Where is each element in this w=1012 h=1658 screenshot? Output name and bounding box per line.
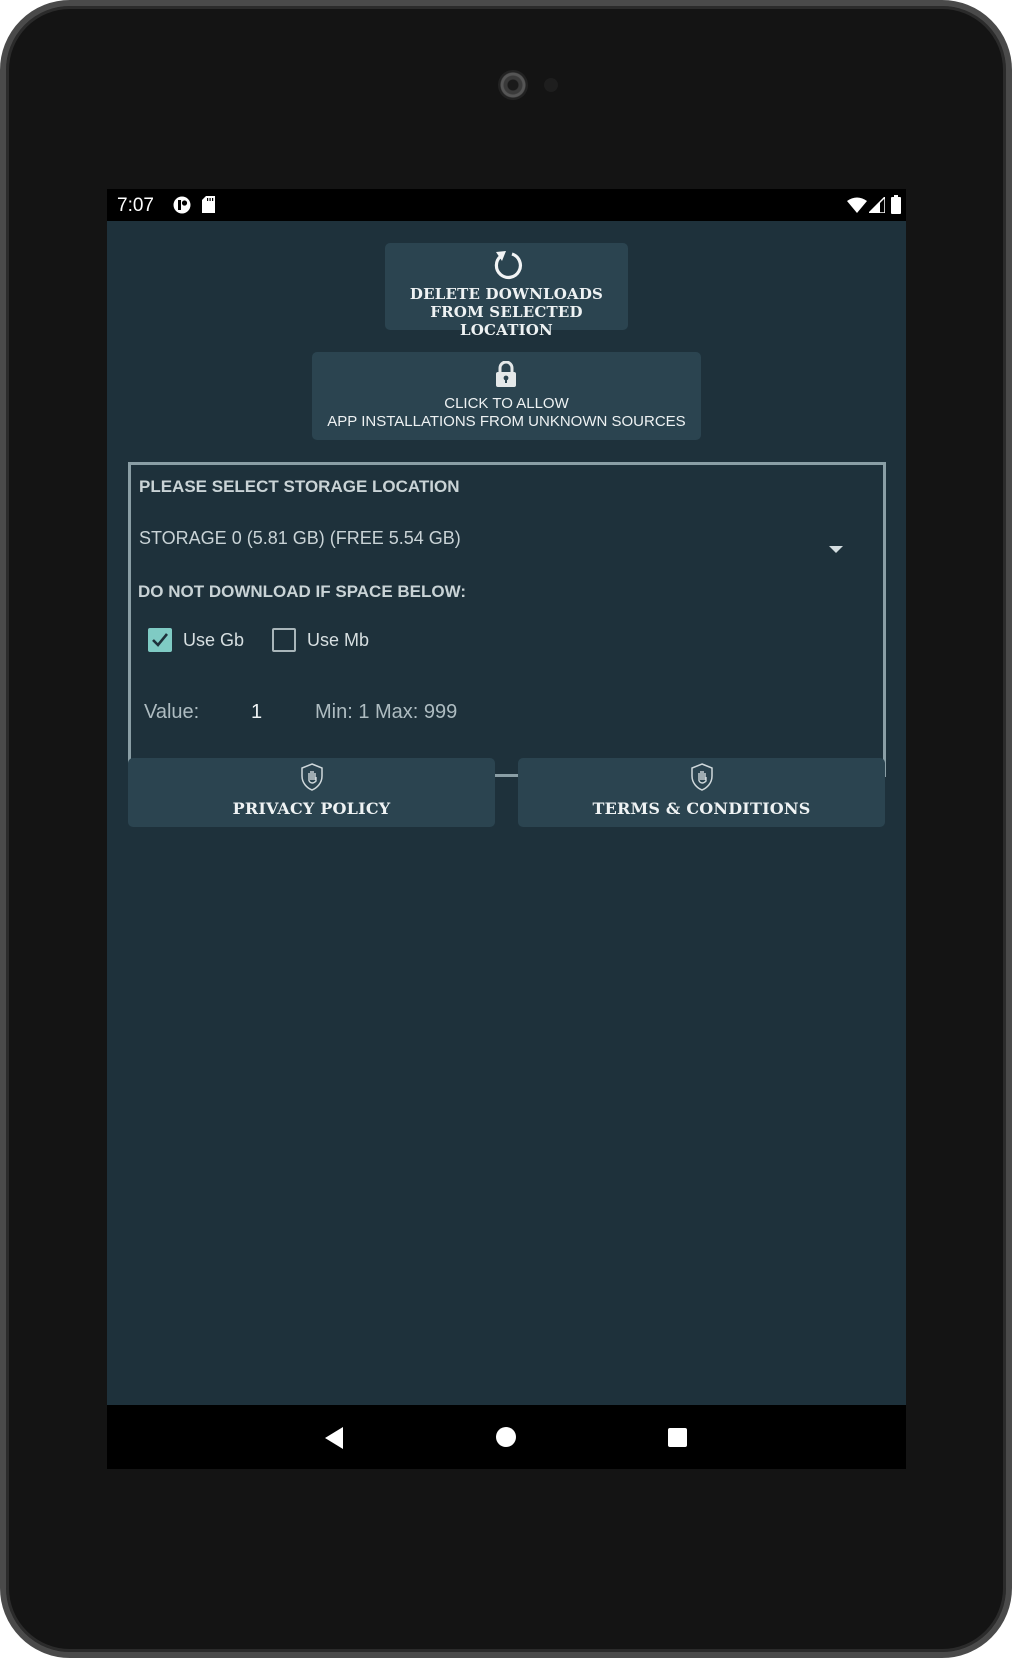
cell-signal-icon: [867, 195, 886, 218]
status-bar: 7:07: [107, 189, 906, 221]
delete-downloads-button[interactable]: DELETE DOWNLOADS FROM SELECTED LOCATION: [385, 243, 628, 339]
home-button[interactable]: [496, 1427, 516, 1447]
checkmark-icon: [152, 633, 169, 647]
navigation-bar: [107, 1405, 906, 1469]
use-gb-checkbox[interactable]: [148, 628, 172, 652]
delete-downloads-label: DELETE DOWNLOADS FROM SELECTED LOCATION: [385, 285, 628, 339]
use-mb-label[interactable]: Use Mb: [307, 630, 369, 651]
delete-downloads-line1: DELETE DOWNLOADS: [409, 285, 604, 303]
sd-card-icon: [202, 196, 215, 218]
value-label: Value:: [144, 701, 200, 723]
shield-hand-icon: [690, 762, 714, 796]
light-sensor: [544, 78, 558, 92]
storage-location-value: STORAGE 0 (5.81 GB) (FREE 5.54 GB): [139, 528, 461, 548]
battery-icon: [891, 195, 901, 219]
recents-button[interactable]: [668, 1428, 687, 1447]
device-screen: 7:07 DELETE DOWNLOADS FROM SELECTED LOCA…: [107, 189, 906, 1469]
privacy-policy-button[interactable]: PRIVACY POLICY: [128, 758, 495, 827]
app-notification-icon: [173, 196, 191, 219]
use-gb-label[interactable]: Use Gb: [183, 630, 244, 651]
allow-unknown-line2: APP INSTALLATIONS FROM UNKNOWN SOURCES: [327, 413, 686, 430]
delete-downloads-line2: FROM SELECTED LOCATION: [430, 303, 583, 339]
allow-unknown-line1: CLICK TO ALLOW: [444, 395, 569, 412]
threshold-value-input[interactable]: 1: [251, 701, 262, 724]
allow-unknown-label: CLICK TO ALLOW APP INSTALLATIONS FROM UN…: [312, 395, 701, 431]
storage-location-heading: PLEASE SELECT STORAGE LOCATION: [139, 477, 460, 496]
dropdown-arrow-icon: [829, 546, 843, 553]
value-range-text: Min: 1 Max: 999: [315, 701, 458, 723]
front-camera: [498, 70, 528, 100]
use-mb-checkbox[interactable]: [272, 628, 296, 652]
wifi-icon: [847, 197, 867, 218]
terms-conditions-label: TERMS & CONDITIONS: [592, 799, 811, 818]
allow-unknown-sources-button[interactable]: CLICK TO ALLOW APP INSTALLATIONS FROM UN…: [312, 352, 701, 440]
shield-hand-icon: [300, 762, 324, 796]
threshold-heading: DO NOT DOWNLOAD IF SPACE BELOW:: [138, 582, 467, 601]
terms-conditions-button[interactable]: TERMS & CONDITIONS: [518, 758, 885, 827]
refresh-icon: [490, 248, 524, 286]
back-button[interactable]: [325, 1427, 343, 1449]
storage-settings-panel: PLEASE SELECT STORAGE LOCATION STORAGE 0…: [128, 462, 886, 777]
status-time: 7:07: [117, 195, 154, 216]
privacy-policy-label: PRIVACY POLICY: [232, 799, 391, 818]
storage-location-dropdown[interactable]: STORAGE 0 (5.81 GB) (FREE 5.54 GB): [139, 519, 843, 557]
lock-icon: [494, 360, 518, 392]
